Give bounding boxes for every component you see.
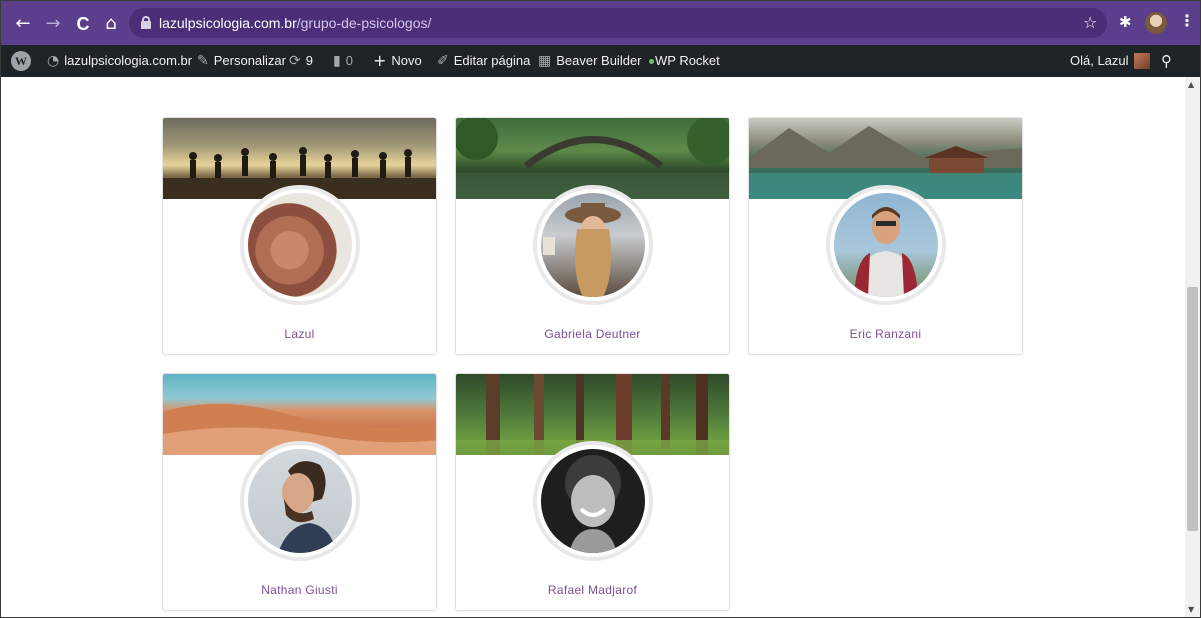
back-icon[interactable]: ← — [13, 14, 33, 34]
wp-rocket-menu[interactable]: WP Rocket — [655, 45, 720, 77]
updates-refresh-icon: ⟳ — [289, 53, 301, 69]
comments-link[interactable]: ▮ 0 — [333, 45, 353, 77]
my-account-menu[interactable]: Olá, Lazul — [1070, 45, 1150, 77]
wordpress-logo-icon: W — [11, 51, 31, 71]
psychologist-name[interactable]: Gabriela Deutner — [456, 327, 729, 341]
edit-page-link[interactable]: ✐ Editar página — [437, 45, 530, 77]
avatar-man-smiling — [834, 193, 938, 297]
customize-link[interactable]: ✎ Personalizar — [197, 45, 286, 77]
beaver-builder-link[interactable]: ▦ Beaver Builder — [538, 45, 654, 77]
scroll-up-arrow-icon[interactable]: ▲ — [1188, 80, 1194, 89]
psychologist-card[interactable]: Eric Ranzani — [748, 117, 1023, 355]
psychologist-card[interactable]: Nathan Giusti — [162, 373, 437, 611]
profile-avatar[interactable] — [1145, 12, 1167, 34]
user-avatar — [1133, 53, 1150, 69]
browser-toolbar: ← → C ⌂ lazulpsicologia.com.br/grupo-de-… — [1, 1, 1200, 45]
browser-menu-icon[interactable]: ⋮ — [1179, 11, 1195, 30]
greeting-label: Olá, Lazul — [1070, 53, 1129, 68]
updates-count: 9 — [305, 53, 313, 68]
comment-bubble-icon: ▮ — [333, 53, 341, 69]
psychologist-name[interactable]: Rafael Madjarof — [456, 583, 729, 597]
avatar-frame — [240, 441, 360, 561]
reload-icon[interactable]: C — [73, 14, 93, 34]
edit-page-label: Editar página — [453, 53, 531, 68]
page-scrollbar[interactable]: ▲ ▼ — [1185, 77, 1200, 617]
url-text: lazulpsicologia.com.br/grupo-de-psicolog… — [159, 15, 432, 31]
updates-link[interactable]: ⟳ 9 — [289, 45, 313, 77]
home-icon[interactable]: ⌂ — [101, 14, 121, 34]
site-name-menu[interactable]: ◔ lazulpsicologia.com.br — [47, 45, 192, 77]
avatar-man-profile — [248, 449, 352, 553]
admin-search-button[interactable]: ⚲ — [1161, 45, 1172, 77]
avatar-stacked-hands — [248, 193, 352, 297]
avatar-frame — [826, 185, 946, 305]
psychologist-name[interactable]: Nathan Giusti — [163, 583, 436, 597]
avatar-frame — [533, 185, 653, 305]
avatar-frame — [533, 441, 653, 561]
search-icon: ⚲ — [1161, 52, 1172, 70]
wp-admin-bar: W ◔ lazulpsicologia.com.br ✎ Personaliza… — [1, 45, 1200, 77]
plus-icon: + — [373, 51, 387, 70]
psychologist-name[interactable]: Eric Ranzani — [749, 327, 1022, 341]
comments-count: 0 — [345, 53, 353, 68]
bookmark-star-icon[interactable]: ☆ — [1083, 13, 1097, 32]
brush-icon: ✎ — [197, 53, 209, 69]
new-label: Novo — [391, 53, 422, 68]
scrollbar-thumb[interactable] — [1187, 287, 1198, 531]
avatar-frame — [240, 185, 360, 305]
psychologist-card[interactable]: Lazul — [162, 117, 437, 355]
psychologist-card[interactable]: Gabriela Deutner — [455, 117, 730, 355]
wp-logo-menu[interactable]: W — [11, 45, 31, 77]
beaver-builder-grid-icon: ▦ — [538, 53, 552, 69]
avatar-curly-hair-man — [541, 449, 645, 553]
dashboard-gauge-icon: ◔ — [47, 53, 60, 69]
browser-window: ← → C ⌂ lazulpsicologia.com.br/grupo-de-… — [0, 0, 1201, 618]
status-dot — [648, 58, 654, 64]
address-bar[interactable]: lazulpsicologia.com.br/grupo-de-psicolog… — [129, 8, 1107, 38]
extensions-puzzle-icon[interactable]: ✱ — [1119, 13, 1135, 31]
avatar-woman-hat — [541, 193, 645, 297]
site-name-label: lazulpsicologia.com.br — [64, 53, 193, 68]
psychologist-name[interactable]: Lazul — [163, 327, 436, 341]
customize-label: Personalizar — [213, 53, 286, 68]
scroll-down-arrow-icon[interactable]: ▼ — [1188, 605, 1194, 614]
beaver-builder-label: Beaver Builder — [556, 53, 642, 68]
psychologists-grid: Lazul Gabriela Deutner Eric Ranzani Nath… — [162, 117, 1024, 617]
pencil-icon: ✐ — [437, 53, 449, 69]
lock-icon — [141, 16, 151, 29]
forward-icon[interactable]: → — [43, 14, 63, 34]
new-content-menu[interactable]: + Novo — [373, 45, 422, 77]
psychologist-card[interactable]: Rafael Madjarof — [455, 373, 730, 611]
wp-rocket-label: WP Rocket — [655, 53, 720, 68]
